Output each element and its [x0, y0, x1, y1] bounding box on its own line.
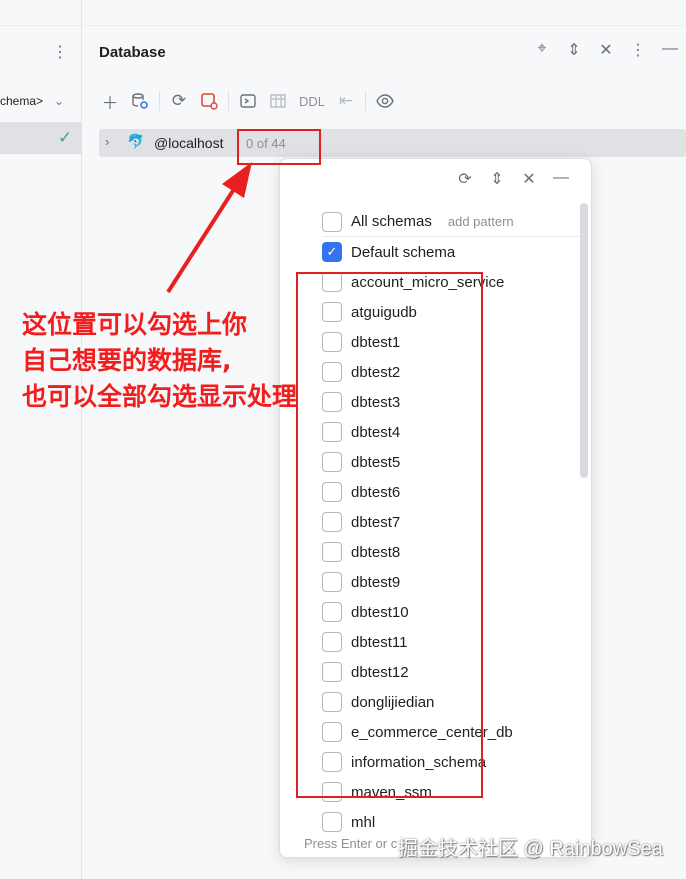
schema-checkbox[interactable] [322, 211, 342, 232]
add-pattern-link[interactable]: add pattern [448, 214, 514, 229]
collapse-all-icon[interactable]: ✕ [513, 169, 545, 189]
query-console-icon[interactable] [233, 86, 263, 116]
locate-icon[interactable]: ⌖ [526, 40, 558, 60]
view-options-icon[interactable] [370, 86, 400, 116]
annotation-line: 自己想要的数据库, [22, 346, 232, 375]
panel-title: Database [99, 44, 166, 61]
toolbar-separator [159, 91, 160, 111]
ddl-button[interactable]: DDL [293, 86, 331, 116]
data-source-name: @localhost [154, 135, 224, 151]
chevron-down-icon: ⌄ [54, 94, 65, 108]
schema-row[interactable]: ✓ Default schema [322, 237, 580, 267]
schema-label: All schemas [351, 213, 432, 230]
left-panel-topbar [0, 0, 81, 26]
schema-label: mhl [351, 813, 376, 831]
close-icon[interactable]: — [545, 169, 577, 189]
popup-hint: Press Enter or c [304, 836, 398, 851]
schema-checkbox[interactable]: ✓ [322, 242, 342, 262]
refresh-icon[interactable]: ⟳ [449, 169, 481, 189]
annotation-box-count [237, 129, 321, 165]
annotation-note: 这位置可以勾选上你 自己想要的数据库, 也可以全部勾选显示处理 [22, 307, 362, 415]
collapse-all-icon[interactable]: ✕ [590, 40, 622, 60]
refresh-icon[interactable]: ⟳ [164, 86, 194, 116]
jump-to-source-icon[interactable]: ⇤ [331, 86, 361, 116]
all-schemas-row[interactable]: All schemas add pattern [322, 207, 580, 237]
database-panel-topbar [83, 0, 686, 26]
more-options-icon[interactable]: ⋮ [622, 40, 654, 60]
checkmark-icon: ✓ [58, 128, 73, 147]
schema-label: Default schema [351, 243, 456, 261]
watermark: 掘金技术社区 @ RainbowSea [398, 838, 663, 860]
selected-row[interactable]: ✓ [0, 122, 82, 154]
schema-selector[interactable]: chema> ⌄ [0, 87, 82, 115]
disconnect-icon[interactable] [194, 86, 224, 116]
annotation-line: 这位置可以勾选上你 [22, 310, 248, 339]
chevron-right-icon[interactable]: › [105, 134, 109, 149]
mysql-dolphin-icon: 🐬 [127, 133, 145, 149]
data-source-row[interactable]: › 🐬 @localhost 0 of 44 [99, 129, 686, 157]
minimize-icon[interactable]: — [654, 40, 686, 60]
more-options-icon[interactable]: ⋮ [52, 42, 68, 62]
popup-header-actions: ⟳ ⇕ ✕ — [449, 169, 577, 189]
database-toolbar: ＋ ⟳ DDL ⇤ [95, 86, 400, 116]
add-icon[interactable]: ＋ [95, 86, 125, 116]
toolbar-separator [228, 91, 229, 111]
table-icon[interactable] [263, 86, 293, 116]
expand-all-icon[interactable]: ⇕ [481, 169, 513, 189]
expand-all-icon[interactable]: ⇕ [558, 40, 590, 60]
data-source-properties-icon[interactable] [125, 86, 155, 116]
annotation-line: 也可以全部勾选显示处理 [22, 382, 298, 411]
schema-selector-label: chema> [0, 94, 44, 108]
panel-header-actions: ⌖ ⇕ ✕ ⋮ — [526, 40, 686, 60]
scrollbar[interactable] [580, 203, 588, 478]
schema-checkbox[interactable] [322, 812, 342, 832]
left-panel: ⋮ chema> ⌄ ✓ [0, 0, 82, 879]
toolbar-separator [365, 91, 366, 111]
